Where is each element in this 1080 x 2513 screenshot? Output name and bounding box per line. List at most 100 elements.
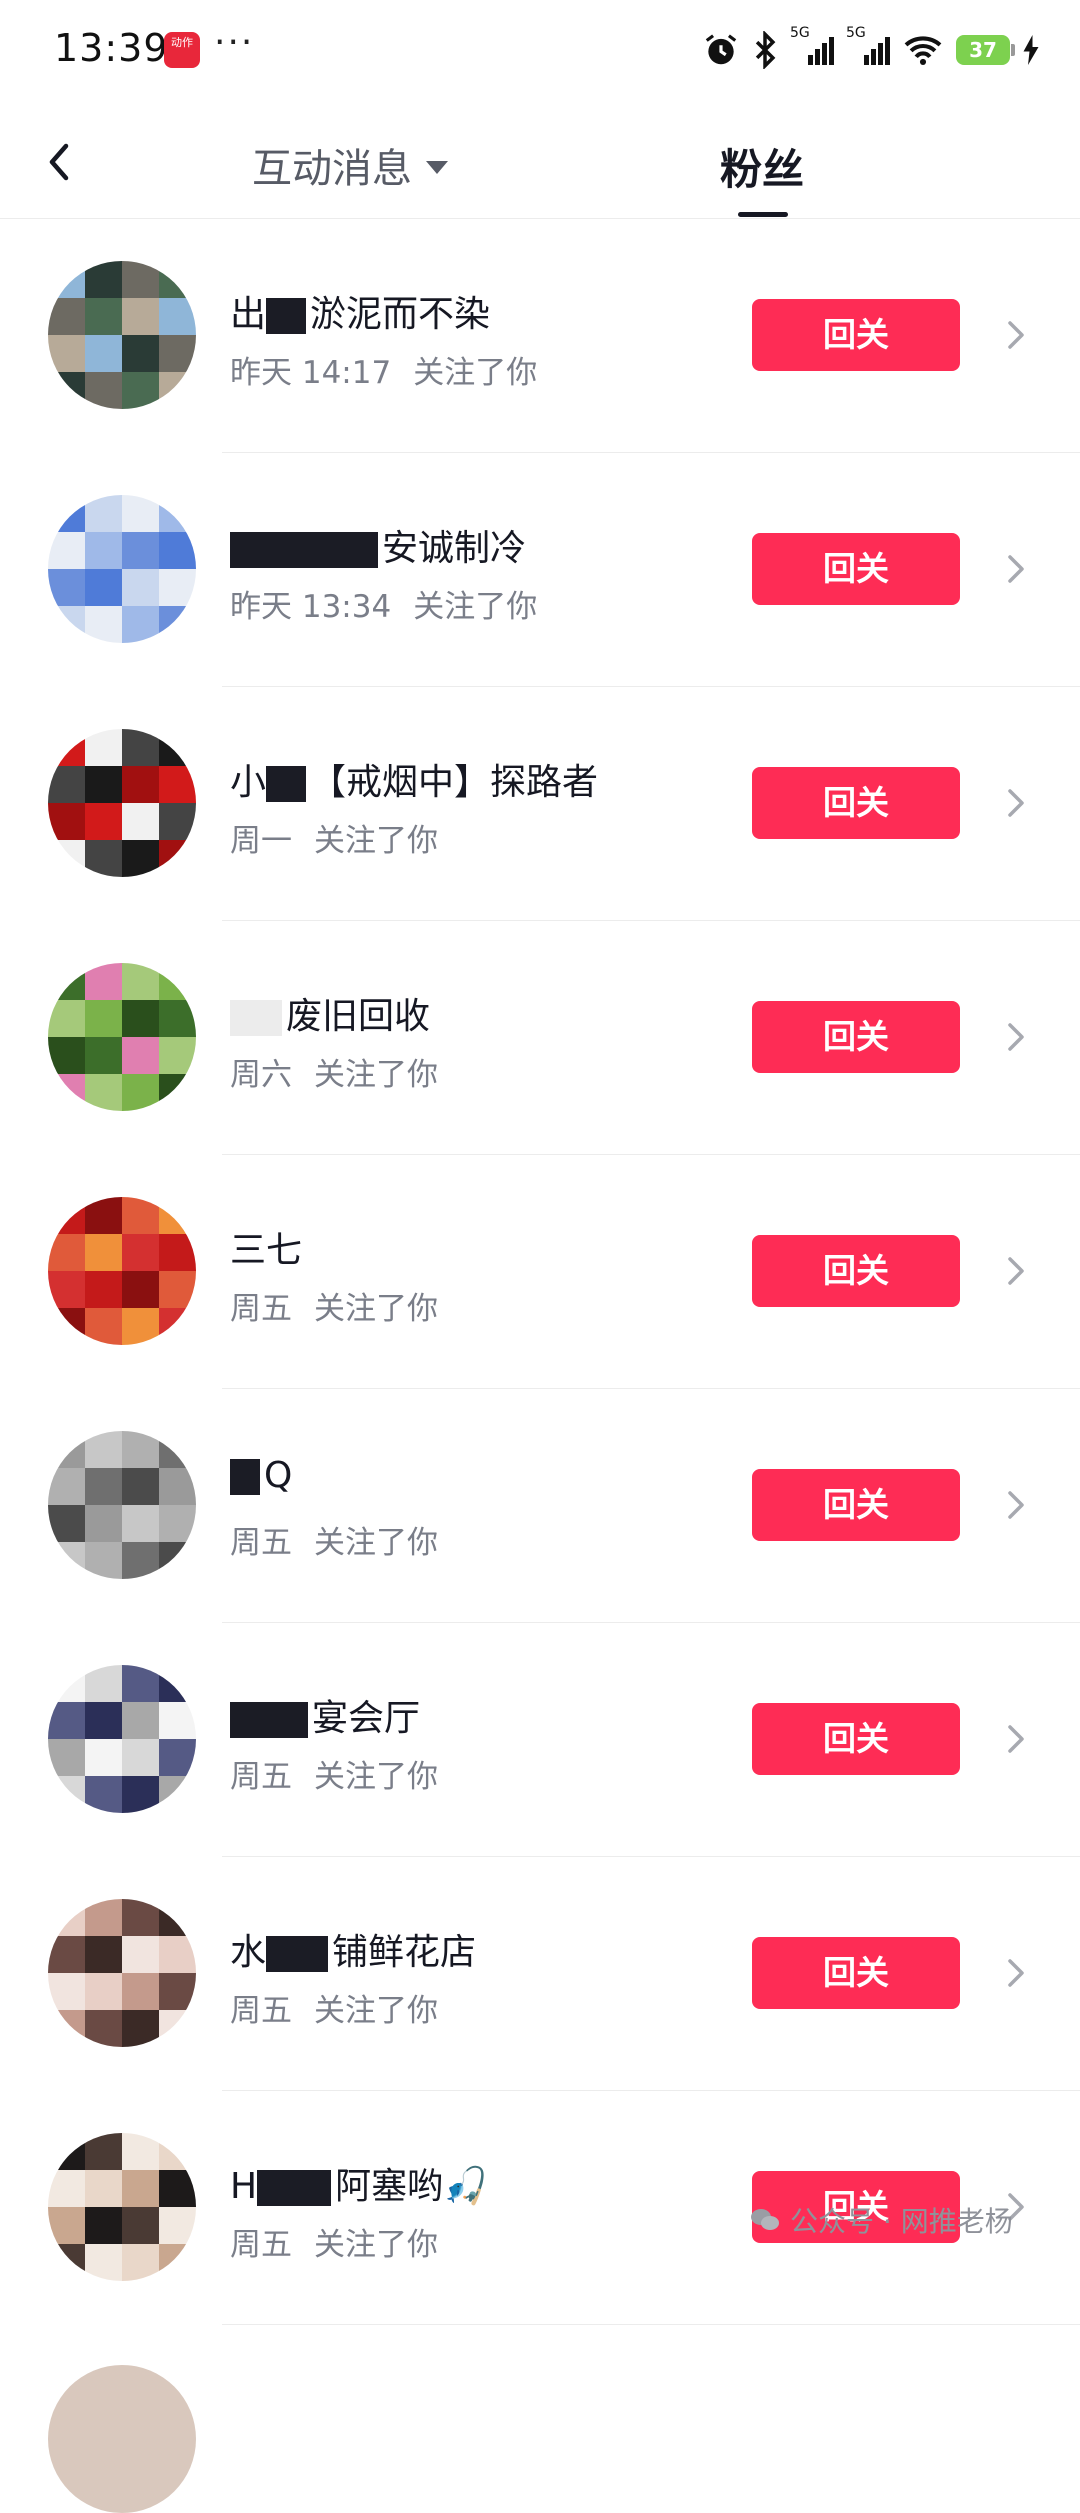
- avatar-pixel: [85, 532, 122, 569]
- avatar-pixel: [122, 1037, 159, 1074]
- alarm-icon: [705, 34, 737, 65]
- avatar[interactable]: [48, 261, 196, 409]
- chevron-right-icon[interactable]: [1002, 1019, 1030, 1055]
- avatar-pixel: [122, 840, 159, 877]
- avatar-pixel: [85, 729, 122, 766]
- fan-row[interactable]: 小 【戒烟中】探路者 周一 关注了你 回关: [0, 687, 1080, 921]
- avatar-pixel: [122, 1197, 159, 1234]
- follow-back-button[interactable]: 回关: [752, 1937, 960, 2009]
- follow-back-button[interactable]: 回关: [752, 299, 960, 371]
- avatar-pixel: [159, 335, 196, 372]
- avatar-pixel: [159, 1234, 196, 1271]
- follow-back-button[interactable]: 回关: [752, 767, 960, 839]
- avatar-pixel: [85, 1936, 122, 1973]
- avatar-pixel: [85, 2207, 122, 2244]
- fan-row[interactable]: 废旧回收 周六 关注了你 回关: [0, 921, 1080, 1155]
- fan-row[interactable]: 出 淤泥而不染 昨天 14:17 关注了你 回关: [0, 219, 1080, 453]
- avatar-pixel: [85, 335, 122, 372]
- avatar[interactable]: [48, 1431, 196, 1579]
- avatar-pixel: [85, 1973, 122, 2010]
- chevron-right-icon[interactable]: [1002, 1955, 1030, 1991]
- watermark: 公众号 · 网推老杨: [750, 2200, 1013, 2240]
- chevron-right-icon[interactable]: [1002, 551, 1030, 587]
- avatar-pixel: [85, 495, 122, 532]
- bluetooth-icon: [755, 31, 776, 69]
- avatar[interactable]: [48, 729, 196, 877]
- avatar[interactable]: [48, 2133, 196, 2281]
- fan-row-partial[interactable]: [0, 2325, 1080, 2513]
- avatar-pixel: [48, 963, 85, 1000]
- avatar-pixel: [159, 1308, 196, 1345]
- avatar[interactable]: [48, 963, 196, 1111]
- tab-interaction-messages[interactable]: 互动消息: [252, 136, 448, 194]
- fan-row[interactable]: 宴会厅 周五 关注了你 回关: [0, 1623, 1080, 1857]
- fan-name: 小 【戒烟中】探路者: [230, 753, 598, 805]
- chevron-right-icon[interactable]: [1002, 785, 1030, 821]
- avatar[interactable]: [48, 1197, 196, 1345]
- avatar-pixel: [48, 532, 85, 569]
- avatar-pixel: [48, 335, 85, 372]
- avatar-pixel: [85, 1271, 122, 1308]
- follow-back-button[interactable]: 回关: [752, 1001, 960, 1073]
- follow-back-button[interactable]: 回关: [752, 533, 960, 605]
- avatar-pixel: [159, 606, 196, 643]
- avatar-pixel: [85, 1665, 122, 1702]
- dropdown-caret-icon: [426, 160, 448, 174]
- avatar-pixel: [122, 298, 159, 335]
- tab-fans[interactable]: 粉丝: [720, 136, 804, 197]
- followed-text: 关注了你: [314, 1759, 438, 1795]
- follow-back-button[interactable]: 回关: [752, 1235, 960, 1307]
- chevron-right-icon[interactable]: [1002, 1721, 1030, 1757]
- avatar[interactable]: [48, 1665, 196, 1813]
- chevron-right-icon[interactable]: [1002, 317, 1030, 353]
- name-text: 废旧回收: [286, 996, 431, 1037]
- avatar-pixel: [122, 606, 159, 643]
- follow-time: 周六: [230, 1057, 292, 1093]
- back-arrow-icon[interactable]: [34, 134, 90, 190]
- avatar-pixel: [48, 1973, 85, 2010]
- avatar-pixel: [48, 2207, 85, 2244]
- avatar[interactable]: [48, 495, 196, 643]
- avatar-pixel: [159, 1431, 196, 1468]
- avatar-pixel: [159, 2133, 196, 2170]
- avatar-pixel: [122, 1936, 159, 1973]
- fan-row[interactable]: Q 周五 关注了你 回关: [0, 1389, 1080, 1623]
- redacted-mask: [230, 1000, 282, 1036]
- name-prefix: 水: [230, 1932, 267, 1973]
- redacted-mask: [257, 2170, 332, 2206]
- avatar-pixel: [122, 1000, 159, 1037]
- avatar-pixel: [122, 963, 159, 1000]
- avatar-pixel: [48, 2244, 85, 2281]
- avatar[interactable]: [48, 2365, 196, 2513]
- fan-name: 废旧回收: [230, 987, 430, 1039]
- avatar-pixel: [122, 1899, 159, 1936]
- fan-row[interactable]: 安诚制冷 昨天 13:34 关注了你 回关: [0, 453, 1080, 687]
- avatar-pixel: [159, 729, 196, 766]
- avatar-pixel: [122, 1542, 159, 1579]
- name-text: 【戒烟中】探路者: [310, 762, 599, 803]
- follow-back-button[interactable]: 回关: [752, 1703, 960, 1775]
- avatar-pixel: [85, 1702, 122, 1739]
- chevron-right-icon[interactable]: [1002, 1487, 1030, 1523]
- name-prefix: 三: [230, 1230, 267, 1271]
- avatar-pixel: [48, 1739, 85, 1776]
- avatar-pixel: [122, 1074, 159, 1111]
- follow-back-button[interactable]: 回关: [752, 1469, 960, 1541]
- avatar-pixel: [122, 569, 159, 606]
- avatar-pixel: [48, 2010, 85, 2047]
- avatar-pixel: [48, 729, 85, 766]
- active-tab-indicator: [738, 212, 788, 217]
- avatar-pixel: [85, 606, 122, 643]
- avatar-pixel: [48, 803, 85, 840]
- avatar[interactable]: [48, 1899, 196, 2047]
- avatar-pixel: [159, 1665, 196, 1702]
- fan-row[interactable]: 水 铺鲜花店 周五 关注了你 回关: [0, 1857, 1080, 2091]
- avatar-pixel: [159, 2207, 196, 2244]
- fan-meta: 周五 关注了你: [230, 1283, 438, 1328]
- wifi-icon: [904, 36, 942, 65]
- follow-time: 昨天 13:34: [230, 589, 392, 625]
- chevron-right-icon[interactable]: [1002, 1253, 1030, 1289]
- status-bar: 13:39 动作 ··· 5G 5G 37: [0, 0, 1080, 100]
- redacted-mask: [230, 532, 378, 568]
- fan-row[interactable]: 三七 周五 关注了你 回关: [0, 1155, 1080, 1389]
